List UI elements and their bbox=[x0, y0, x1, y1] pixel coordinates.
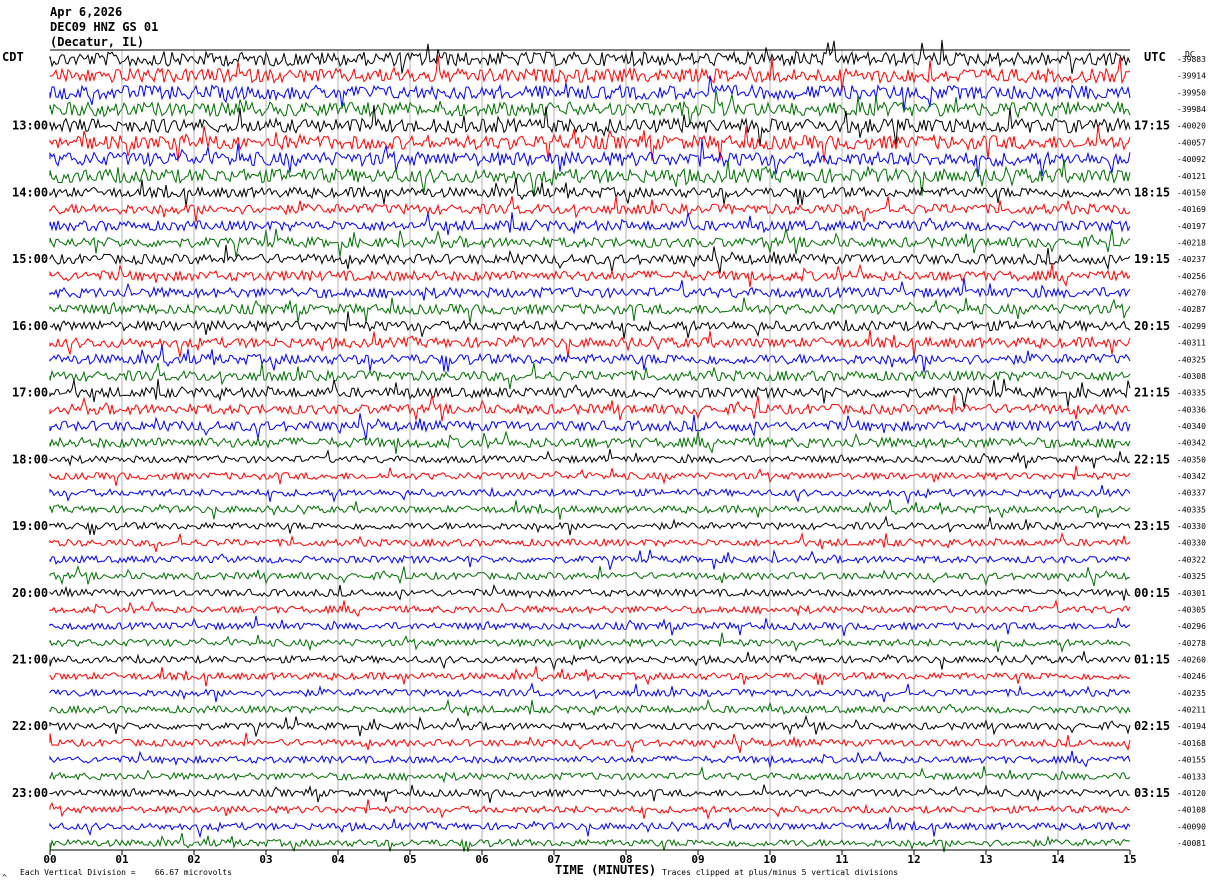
dc-offset-label: -40211 bbox=[1177, 706, 1206, 715]
left-hour-label: 16:00 bbox=[12, 319, 48, 333]
right-hour-label: 20:15 bbox=[1134, 319, 1170, 333]
right-hour-label: 23:15 bbox=[1134, 519, 1170, 533]
dc-offset-label: -40256 bbox=[1177, 272, 1206, 281]
dc-offset-label: -40299 bbox=[1177, 322, 1206, 331]
dc-offset-label: -40311 bbox=[1177, 339, 1206, 348]
right-hour-label: 17:15 bbox=[1134, 119, 1170, 133]
left-hour-label: 21:00 bbox=[12, 653, 48, 667]
dc-offset-label: -40270 bbox=[1177, 289, 1206, 298]
left-timezone-label: CDT bbox=[2, 50, 24, 64]
dc-offset-label: -40081 bbox=[1177, 839, 1206, 848]
x-axis-title: TIME (MINUTES) bbox=[555, 863, 656, 877]
right-timezone-label: UTC bbox=[1144, 50, 1166, 64]
dc-offset-label: -40335 bbox=[1177, 505, 1206, 514]
dc-offset-label: -40287 bbox=[1177, 305, 1206, 314]
helicorder-plot: 00 01 02 03 04 05 06 07 08 09 10 11 12 13 14 15 13:0014… bbox=[0, 0, 1210, 886]
right-hour-label: 19:15 bbox=[1134, 252, 1170, 266]
dc-offset-label: -40237 bbox=[1177, 255, 1206, 264]
dc-offset-label: -40350 bbox=[1177, 455, 1206, 464]
dc-offset-label: -40090 bbox=[1177, 822, 1206, 831]
left-hour-label: 14:00 bbox=[12, 185, 48, 199]
dc-offset-label: -40168 bbox=[1177, 739, 1206, 748]
dc-offset-label: -40218 bbox=[1177, 238, 1206, 247]
left-hour-label: 20:00 bbox=[12, 586, 48, 600]
x-tick-label: 10 bbox=[763, 853, 776, 866]
left-hour-label: 18:00 bbox=[12, 452, 48, 466]
right-hour-label: 02:15 bbox=[1134, 719, 1170, 733]
dc-offset-label: -40305 bbox=[1177, 605, 1206, 614]
dc-offset-label: -40342 bbox=[1177, 439, 1206, 448]
x-tick-label: 06 bbox=[475, 853, 489, 866]
x-tick-label: 03 bbox=[259, 853, 272, 866]
dc-offset-label: -40330 bbox=[1177, 522, 1206, 531]
station-code: DEC09 HNZ GS 01 bbox=[50, 20, 158, 34]
dc-offset-label: -40155 bbox=[1177, 756, 1206, 765]
station-location: (Decatur, IL) bbox=[50, 35, 144, 49]
dc-offset-label: -40296 bbox=[1177, 622, 1206, 631]
dc-offset-label: -40330 bbox=[1177, 539, 1206, 548]
x-tick-label: 05 bbox=[403, 853, 416, 866]
x-tick-label: 13 bbox=[979, 853, 992, 866]
dc-offset-label: -40150 bbox=[1177, 188, 1206, 197]
clip-note: Traces clipped at plus/minus 5 vertical … bbox=[662, 868, 898, 877]
dc-offset-label: -40169 bbox=[1177, 205, 1206, 214]
dc-offset-label: -39950 bbox=[1177, 88, 1206, 97]
right-hour-label: 18:15 bbox=[1134, 185, 1170, 199]
x-tick-label: 04 bbox=[331, 853, 345, 866]
dc-offset-label: -40337 bbox=[1177, 489, 1206, 498]
dc-offset-label: -40340 bbox=[1177, 422, 1206, 431]
station-date: Apr 6,2026 bbox=[50, 5, 122, 19]
x-tick-label: 01 bbox=[115, 853, 129, 866]
dc-offset-label: -39984 bbox=[1177, 105, 1206, 114]
right-hour-label: 22:15 bbox=[1134, 452, 1170, 466]
dc-offset-label: -40057 bbox=[1177, 138, 1206, 147]
dc-offset-label: -40197 bbox=[1177, 222, 1206, 231]
dc-offset-label: -40342 bbox=[1177, 472, 1206, 481]
dc-offset-label: -40260 bbox=[1177, 656, 1206, 665]
dc-offset-label: -40336 bbox=[1177, 405, 1206, 414]
dc-offset-label: -40133 bbox=[1177, 772, 1206, 781]
right-hour-label: 03:15 bbox=[1134, 786, 1170, 800]
x-tick-label: 02 bbox=[187, 853, 200, 866]
dc-header-label: DC bbox=[1185, 50, 1195, 59]
x-tick-label: 14 bbox=[1051, 853, 1065, 866]
x-tick-label: 12 bbox=[907, 853, 920, 866]
x-tick-label: 09 bbox=[691, 853, 704, 866]
right-hour-label: 21:15 bbox=[1134, 386, 1170, 400]
dc-offset-label: -40020 bbox=[1177, 122, 1206, 131]
left-hour-label: 15:00 bbox=[12, 252, 48, 266]
dc-offset-label: -40325 bbox=[1177, 355, 1206, 364]
dc-offset-label: -40120 bbox=[1177, 789, 1206, 798]
scale-note: Each Vertical Division = 66.67 microvolt… bbox=[20, 868, 232, 877]
corner-mark: ^ bbox=[2, 873, 7, 882]
left-hour-label: 17:00 bbox=[12, 386, 48, 400]
dc-offset-label: -40322 bbox=[1177, 555, 1206, 564]
dc-offset-label: -40121 bbox=[1177, 172, 1206, 181]
left-hour-label: 22:00 bbox=[12, 719, 48, 733]
dc-offset-label: -39914 bbox=[1177, 72, 1206, 81]
dc-offset-label: -40308 bbox=[1177, 372, 1206, 381]
dc-offset-label: -40278 bbox=[1177, 639, 1206, 648]
dc-offset-label: -40301 bbox=[1177, 589, 1206, 598]
x-tick-label: 00 bbox=[43, 853, 56, 866]
dc-offset-label: -40194 bbox=[1177, 722, 1206, 731]
x-tick-label: 11 bbox=[835, 853, 849, 866]
dc-offset-label: -40246 bbox=[1177, 672, 1206, 681]
dc-offset-label: -40108 bbox=[1177, 806, 1206, 815]
left-hour-label: 19:00 bbox=[12, 519, 48, 533]
left-hour-label: 23:00 bbox=[12, 786, 48, 800]
right-hour-label: 00:15 bbox=[1134, 586, 1170, 600]
dc-offset-label: -40335 bbox=[1177, 389, 1206, 398]
left-hour-label: 13:00 bbox=[12, 119, 48, 133]
dc-offset-label: -40235 bbox=[1177, 689, 1206, 698]
dc-offset-label: -40325 bbox=[1177, 572, 1206, 581]
x-tick-label: 15 bbox=[1123, 853, 1136, 866]
dc-offset-label: -40092 bbox=[1177, 155, 1206, 164]
right-hour-label: 01:15 bbox=[1134, 653, 1170, 667]
